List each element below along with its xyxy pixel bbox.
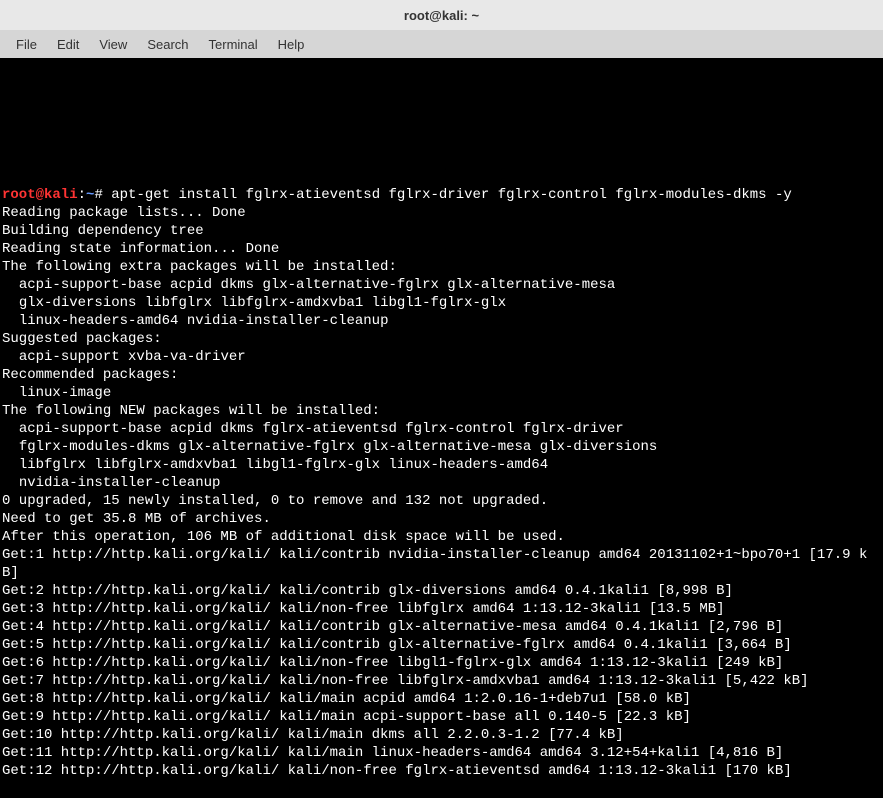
prompt-user-host: root@kali — [2, 187, 78, 203]
window-titlebar: root@kali: ~ — [0, 0, 883, 30]
menu-view[interactable]: View — [89, 33, 137, 56]
terminal-output: Reading package lists... Done Building d… — [2, 204, 881, 780]
menu-search[interactable]: Search — [137, 33, 198, 56]
command-text: apt-get install fglrx-atieventsd fglrx-d… — [111, 187, 792, 203]
prompt-hash: # — [94, 187, 111, 203]
window-title: root@kali: ~ — [404, 8, 479, 23]
prompt-colon: : — [78, 187, 86, 203]
menu-help[interactable]: Help — [268, 33, 315, 56]
menu-edit[interactable]: Edit — [47, 33, 89, 56]
menu-terminal[interactable]: Terminal — [199, 33, 268, 56]
menu-file[interactable]: File — [6, 33, 47, 56]
menubar: File Edit View Search Terminal Help — [0, 30, 883, 58]
terminal-area[interactable]: blackMORE Ops http://www.blackmoreops.co… — [0, 58, 883, 714]
terminal-content: root@kali:~# apt-get install fglrx-atiev… — [2, 186, 881, 780]
